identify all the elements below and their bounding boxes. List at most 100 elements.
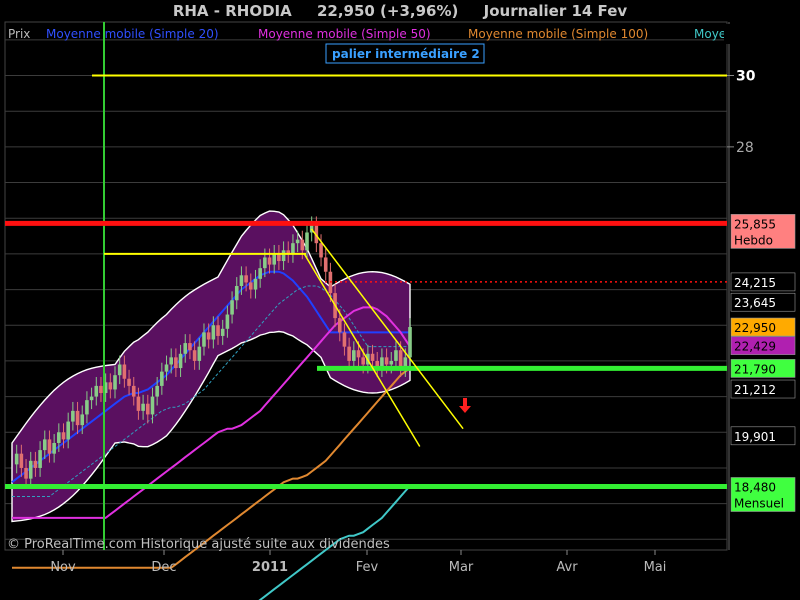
candle-body bbox=[234, 286, 239, 301]
candle-body bbox=[220, 328, 225, 336]
candle-body bbox=[258, 268, 262, 279]
candle-body bbox=[356, 350, 361, 358]
price-label: 23,645 bbox=[734, 296, 776, 310]
x-tick-label: Fev bbox=[356, 560, 379, 575]
candle-body bbox=[122, 364, 127, 379]
x-tick-label: Avr bbox=[556, 560, 578, 575]
candle-body bbox=[80, 414, 85, 426]
candle-body bbox=[347, 346, 351, 361]
x-tick-label: 2011 bbox=[252, 560, 288, 575]
candle-body bbox=[192, 350, 197, 361]
candle-body bbox=[272, 253, 277, 265]
candle-body bbox=[239, 275, 244, 286]
candle-body bbox=[188, 343, 192, 351]
legend-mm50: Moyenne mobile (Simple 50) bbox=[258, 27, 431, 41]
candle-body bbox=[197, 346, 202, 361]
candle-body bbox=[267, 257, 272, 265]
candle-body bbox=[216, 325, 220, 336]
candle-body bbox=[398, 350, 403, 369]
candle-body bbox=[145, 403, 150, 415]
candle-body bbox=[155, 385, 159, 397]
candle-body bbox=[150, 396, 155, 415]
price-label: 22,950 bbox=[734, 321, 776, 335]
candle-body bbox=[337, 318, 342, 333]
price-label: 18,480 bbox=[734, 480, 776, 494]
candle-body bbox=[89, 396, 94, 401]
candle-body bbox=[66, 421, 70, 440]
candle-body bbox=[164, 364, 169, 372]
candle-body bbox=[225, 314, 230, 329]
candle-body bbox=[99, 385, 103, 394]
price-label: 19,901 bbox=[734, 430, 776, 444]
candle-body bbox=[202, 332, 206, 347]
candle-body bbox=[160, 371, 164, 386]
candle-body bbox=[52, 442, 56, 454]
candle-body bbox=[300, 239, 305, 251]
legend-mm100: Moyenne mobile (Simple 100) bbox=[468, 27, 648, 41]
candle-body bbox=[85, 400, 89, 415]
y-tick-label: 30 bbox=[736, 69, 756, 85]
candle-body bbox=[136, 396, 141, 411]
candle-body bbox=[281, 250, 286, 262]
candle-body bbox=[174, 357, 178, 369]
candle-body bbox=[319, 243, 323, 258]
candle-body bbox=[24, 467, 28, 479]
candle-body bbox=[14, 453, 19, 465]
candle-body bbox=[169, 357, 173, 365]
price-label: 22,429 bbox=[734, 340, 776, 354]
legend-mask bbox=[724, 24, 800, 44]
x-tick-label: Mar bbox=[449, 560, 474, 575]
time-axis: Nov Dec 2011 Fev Mar Avr Mai bbox=[50, 550, 666, 575]
candle-body bbox=[61, 432, 66, 440]
candle-body bbox=[384, 357, 389, 365]
x-tick-label: Dec bbox=[151, 560, 176, 575]
candle-body bbox=[253, 278, 258, 290]
candle-body bbox=[19, 453, 24, 468]
candle-body bbox=[277, 253, 281, 262]
candle-body bbox=[408, 327, 412, 358]
price-label-note: Hebdo bbox=[734, 233, 773, 247]
candle-body bbox=[178, 353, 183, 369]
candle-body bbox=[127, 378, 131, 386]
candle-body bbox=[113, 375, 117, 390]
candle-body bbox=[108, 382, 113, 390]
candle-body bbox=[370, 353, 375, 361]
candle-body bbox=[42, 439, 47, 451]
price-label-note: Mensuel bbox=[734, 496, 784, 510]
candle-body bbox=[57, 432, 61, 443]
candle-body bbox=[244, 275, 248, 283]
candle-body bbox=[206, 332, 211, 340]
candle-body bbox=[394, 350, 398, 361]
candle-body bbox=[94, 385, 99, 397]
candle-body bbox=[183, 343, 188, 354]
candle-body bbox=[389, 360, 394, 365]
copyright-text: © ProRealTime.com Historique ajusté suit… bbox=[7, 537, 390, 552]
price-label: 21,790 bbox=[734, 362, 776, 376]
candle-body bbox=[33, 460, 38, 468]
chart-window: RHA - RHODIA 22,950 (+3,96%) Journalier … bbox=[0, 0, 800, 600]
legend-mm20: Moyenne mobile (Simple 20) bbox=[46, 27, 219, 41]
candle-body bbox=[263, 257, 267, 269]
price-label: 25,855 bbox=[734, 217, 776, 231]
candle-body bbox=[28, 460, 33, 479]
candle-body bbox=[295, 239, 300, 244]
candle-body bbox=[305, 232, 309, 251]
candle-body bbox=[131, 385, 136, 397]
candle-body bbox=[342, 332, 347, 347]
price-chart[interactable]: 30 28 25,855 Hebdo 24,215 23,645 22,950 22,429 2… bbox=[0, 0, 800, 600]
x-tick-label: Nov bbox=[50, 560, 76, 575]
candle-body bbox=[141, 403, 145, 411]
annotation-box: palier intermédiaire 2 bbox=[325, 43, 485, 64]
legend-prix: Prix bbox=[8, 27, 30, 41]
price-label: 21,212 bbox=[734, 383, 776, 397]
x-tick-label: Mai bbox=[644, 560, 667, 575]
candle-body bbox=[47, 439, 52, 454]
candle-body bbox=[352, 350, 356, 361]
candle-body bbox=[38, 450, 42, 468]
candle-body bbox=[291, 243, 295, 254]
price-label: 24,215 bbox=[734, 276, 776, 290]
candle-body bbox=[361, 357, 365, 365]
candle-body bbox=[249, 282, 253, 290]
candle-body bbox=[230, 300, 234, 315]
candle-body bbox=[75, 410, 80, 426]
